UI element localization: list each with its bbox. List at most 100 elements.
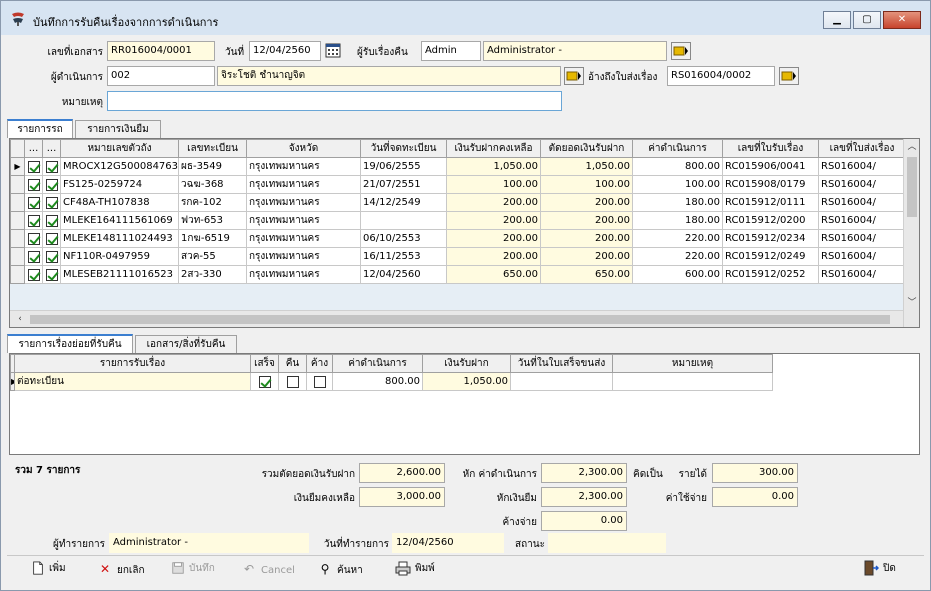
scroll-down-icon[interactable]: ﹀ (904, 295, 919, 311)
col-header-plate[interactable]: เลขทะเบียน (178, 139, 247, 158)
ref-lookup-icon[interactable] (779, 67, 799, 85)
save-button[interactable]: บันทึก (171, 558, 215, 580)
deposit-left-cell: 200.00 (446, 229, 541, 248)
sub-col-header-done[interactable]: เสร็จ (250, 354, 279, 373)
select-cell[interactable] (24, 211, 43, 230)
tab-loans[interactable]: รายการเงินยืม (75, 120, 161, 138)
confirm-cell[interactable] (42, 247, 61, 266)
done-checkbox[interactable] (258, 375, 271, 388)
minimize-button[interactable]: ▁ (823, 11, 851, 29)
hscroll-thumb[interactable] (30, 315, 890, 324)
pending-checkbox[interactable] (313, 375, 326, 388)
operator-lookup-icon[interactable] (564, 67, 584, 85)
select-checkbox[interactable] (27, 196, 40, 209)
cars-vertical-scrollbar[interactable]: ︿ ﹀ (903, 139, 919, 327)
sub-col-header-fee[interactable]: ค่าดำเนินการ (332, 354, 423, 373)
col-header-chassis[interactable]: หมายเลขตัวถัง (60, 139, 179, 158)
select-checkbox[interactable] (27, 250, 40, 263)
sub-col-header-note[interactable]: หมายเหตุ (612, 354, 773, 373)
table-row[interactable]: FS125-0259724 วฉฆ-368 กรุงเทพมหานคร 21/07/2… (10, 175, 906, 194)
col-header-select2[interactable]: ... (42, 139, 61, 158)
sub-col-header-item[interactable]: รายการรับเรื่อง (14, 354, 251, 373)
floppy-icon (172, 562, 184, 574)
cars-horizontal-scrollbar[interactable]: ‹ (10, 310, 903, 327)
confirm-checkbox[interactable] (45, 268, 58, 281)
col-header-send-no[interactable]: เลขที่ใบส่งเรื่อง (818, 139, 906, 158)
income-label: รายได้ (678, 469, 707, 480)
date-field[interactable]: 12/04/2560 (249, 41, 321, 61)
cancel-doc-button[interactable]: ✕ ยกเลิก (97, 558, 145, 580)
doc-no-field[interactable]: RR016004/0001 (107, 41, 215, 61)
pending-checkbox-cell[interactable] (306, 372, 333, 391)
select-checkbox[interactable] (27, 268, 40, 281)
sub-col-header-receipt-date[interactable]: วันที่ในใบเสร็จขนส่ง (510, 354, 613, 373)
col-header-fee[interactable]: ค่าดำเนินการ (632, 139, 723, 158)
receiver-lookup-icon[interactable] (671, 42, 691, 60)
confirm-checkbox[interactable] (45, 250, 58, 263)
confirm-cell[interactable] (42, 229, 61, 248)
col-header-province[interactable]: จังหวัด (246, 139, 361, 158)
close-button[interactable]: ปิด (863, 558, 896, 580)
confirm-cell[interactable] (42, 265, 61, 284)
select-cell[interactable] (24, 175, 43, 194)
tab-documents[interactable]: เอกสาร/สิ่งที่รับคืน (135, 335, 237, 353)
col-header-recv-no[interactable]: เลขที่ใบรับเรื่อง (722, 139, 819, 158)
row-indicator (10, 193, 25, 212)
table-row[interactable]: ▶ MROCX12G500084763 ผธ-3549 กรุงเทพมหานคร 19… (10, 157, 906, 176)
table-row[interactable]: ▶ต่อทะเบียน800.001,050.00 (10, 372, 773, 391)
scroll-up-icon[interactable]: ︿ (904, 139, 919, 155)
table-row[interactable]: MLEKE164111561069 ฟวท-653 กรุงเทพมหานคร 200… (10, 211, 906, 230)
calendar-icon[interactable] (325, 42, 341, 58)
confirm-checkbox[interactable] (45, 160, 58, 173)
select-checkbox[interactable] (27, 232, 40, 245)
search-button[interactable]: ⚲ ค้นหา (317, 558, 363, 580)
tab-cars[interactable]: รายการรถ (7, 119, 73, 138)
scroll-left-icon[interactable]: ‹ (12, 311, 28, 327)
select-cell[interactable] (24, 265, 43, 284)
tab-subitems[interactable]: รายการเรื่องย่อยที่รับคืน (7, 334, 133, 353)
done-checkbox-cell[interactable] (250, 372, 279, 391)
add-button[interactable]: เพิ่ม (31, 558, 66, 580)
cancel-button[interactable]: ↶ Cancel (241, 558, 295, 580)
returned-checkbox-cell[interactable] (278, 372, 307, 391)
close-window-button[interactable]: ✕ (883, 11, 921, 29)
send-no-cell: RS016004/ (818, 193, 906, 212)
maximize-button[interactable]: ▢ (853, 11, 881, 29)
select-cell[interactable] (24, 157, 43, 176)
confirm-cell[interactable] (42, 157, 61, 176)
select-cell[interactable] (24, 229, 43, 248)
ref-no-field[interactable]: RS016004/0002 (667, 66, 775, 86)
select-cell[interactable] (24, 247, 43, 266)
receiver-code-field[interactable]: Admin (421, 41, 481, 61)
confirm-cell[interactable] (42, 175, 61, 194)
select-cell[interactable] (24, 193, 43, 212)
cars-grid: ... ... หมายเลขตัวถัง เลขทะเบียน จังหวัด… (9, 138, 920, 328)
col-header-deposit-cut[interactable]: ตัดยอดเงินรับฝาก (540, 139, 633, 158)
col-header-reg-date[interactable]: วันที่จดทะเบียน (360, 139, 447, 158)
confirm-checkbox[interactable] (45, 196, 58, 209)
confirm-checkbox[interactable] (45, 178, 58, 191)
sub-col-header-pending[interactable]: ค้าง (306, 354, 333, 373)
print-button[interactable]: พิมพ์ (395, 558, 435, 580)
confirm-cell[interactable] (42, 211, 61, 230)
confirm-cell[interactable] (42, 193, 61, 212)
table-row[interactable]: NF110R-0497959 สวค-55 กรุงเทพมหานคร 16/11/2… (10, 247, 906, 266)
returned-checkbox[interactable] (286, 375, 299, 388)
note-field[interactable] (107, 91, 562, 111)
minus-loan-label: หักเงินยืม (496, 493, 537, 504)
select-checkbox[interactable] (27, 214, 40, 227)
sub-col-header-returned[interactable]: คืน (278, 354, 307, 373)
scroll-thumb[interactable] (907, 157, 917, 217)
confirm-checkbox[interactable] (45, 214, 58, 227)
table-row[interactable]: MLESEB21111016523 2สว-330 กรุงเทพมหานคร 12/… (10, 265, 906, 284)
table-row[interactable]: CF48A-TH107838 รกค-102 กรุงเทพมหานคร 14/12/… (10, 193, 906, 212)
col-header-select1[interactable]: ... (24, 139, 43, 158)
sub-col-header-deposit[interactable]: เงินรับฝาก (422, 354, 511, 373)
col-header-deposit-left[interactable]: เงินรับฝากคงเหลือ (446, 139, 541, 158)
select-checkbox[interactable] (27, 160, 40, 173)
operator-code-field[interactable]: 002 (107, 66, 215, 86)
table-row[interactable]: MLEKE148111024493 1กฆ-6519 กรุงเทพมหานคร 06… (10, 229, 906, 248)
select-checkbox[interactable] (27, 178, 40, 191)
province-cell: กรุงเทพมหานคร (246, 265, 361, 284)
confirm-checkbox[interactable] (45, 232, 58, 245)
